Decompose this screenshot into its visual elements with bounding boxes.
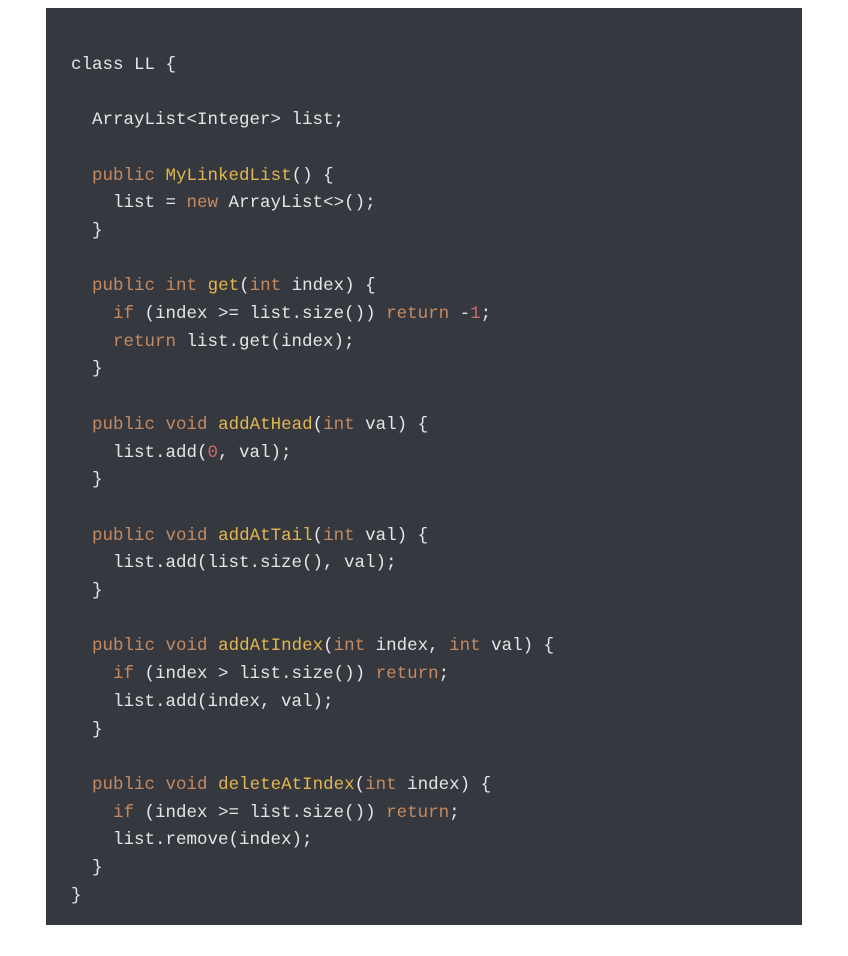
code-token: list.add(list.size(), val);: [50, 553, 397, 573]
code-token: public: [92, 276, 155, 296]
code-token: index) {: [281, 276, 376, 296]
code-token: [50, 664, 113, 684]
code-token: (: [323, 636, 334, 656]
code-token: return: [386, 304, 449, 324]
code-token: }: [50, 581, 103, 601]
code-token: (: [313, 415, 324, 435]
code-token: [155, 526, 166, 546]
code-token: addAtHead: [218, 415, 313, 435]
code-token: [155, 775, 166, 795]
code-token: ArrayList<Integer> list;: [50, 110, 344, 130]
code-token: val) {: [355, 526, 429, 546]
code-token: }: [50, 359, 103, 379]
code-token: (: [239, 276, 250, 296]
code-token: }: [50, 221, 103, 241]
code-token: public: [92, 636, 155, 656]
code-token: list.add(index, val);: [50, 692, 334, 712]
code-token: }: [50, 720, 103, 740]
code-token: (index >= list.size()): [134, 304, 386, 324]
code-token: [50, 803, 113, 823]
code-token: [155, 415, 166, 435]
code-token: new: [187, 193, 219, 213]
code-token: val) {: [355, 415, 429, 435]
code-token: [50, 304, 113, 324]
code-token: void: [166, 636, 208, 656]
code-token: -: [449, 304, 470, 324]
code-token: [208, 775, 219, 795]
code-token: [50, 636, 92, 656]
code-token: public: [92, 166, 155, 186]
code-token: 1: [470, 304, 481, 324]
code-token: int: [365, 775, 397, 795]
code-token: [50, 415, 92, 435]
code-token: (: [355, 775, 366, 795]
code-token: int: [323, 415, 355, 435]
code-token: ;: [481, 304, 492, 324]
code-token: list.add(: [50, 443, 208, 463]
code-token: list.remove(index);: [50, 830, 313, 850]
code-token: ;: [439, 664, 450, 684]
code-block[interactable]: class LL { ArrayList<Integer> list; publ…: [46, 8, 802, 925]
code-token: public: [92, 526, 155, 546]
code-token: if: [113, 664, 134, 684]
code-token: ArrayList<>();: [218, 193, 376, 213]
code-token: addAtTail: [218, 526, 313, 546]
code-token: int: [166, 276, 198, 296]
code-token: index) {: [397, 775, 492, 795]
code-content[interactable]: class LL { ArrayList<Integer> list; publ…: [50, 55, 554, 906]
code-token: void: [166, 526, 208, 546]
code-token: }: [50, 886, 82, 906]
code-token: public: [92, 415, 155, 435]
code-token: MyLinkedList: [166, 166, 292, 186]
code-token: val) {: [481, 636, 555, 656]
code-token: [208, 526, 219, 546]
code-token: int: [323, 526, 355, 546]
code-token: [50, 166, 92, 186]
code-token: [155, 276, 166, 296]
code-token: int: [449, 636, 481, 656]
code-token: void: [166, 415, 208, 435]
code-token: }: [50, 858, 103, 878]
code-token: (index > list.size()): [134, 664, 376, 684]
code-token: return: [386, 803, 449, 823]
code-token: , val);: [218, 443, 292, 463]
code-token: (index >= list.size()): [134, 803, 386, 823]
code-token: () {: [292, 166, 334, 186]
code-token: [155, 636, 166, 656]
code-token: [50, 775, 92, 795]
code-token: deleteAtIndex: [218, 775, 355, 795]
code-token: [50, 332, 113, 352]
code-token: return: [376, 664, 439, 684]
code-token: index,: [365, 636, 449, 656]
code-token: if: [113, 803, 134, 823]
code-token: [50, 276, 92, 296]
code-token: [197, 276, 208, 296]
code-token: [155, 166, 166, 186]
code-token: return: [113, 332, 176, 352]
code-token: (: [313, 526, 324, 546]
code-token: [208, 636, 219, 656]
code-token: ;: [449, 803, 460, 823]
code-token: }: [50, 470, 103, 490]
code-token: int: [250, 276, 282, 296]
code-token: void: [166, 775, 208, 795]
code-token: public: [92, 775, 155, 795]
code-token: if: [113, 304, 134, 324]
code-token: int: [334, 636, 366, 656]
code-token: get: [208, 276, 240, 296]
code-token: list =: [50, 193, 187, 213]
code-token: [50, 526, 92, 546]
code-token: [208, 415, 219, 435]
code-token: addAtIndex: [218, 636, 323, 656]
code-token: class LL {: [71, 55, 176, 75]
code-token: 0: [208, 443, 219, 463]
code-token: list.get(index);: [176, 332, 355, 352]
